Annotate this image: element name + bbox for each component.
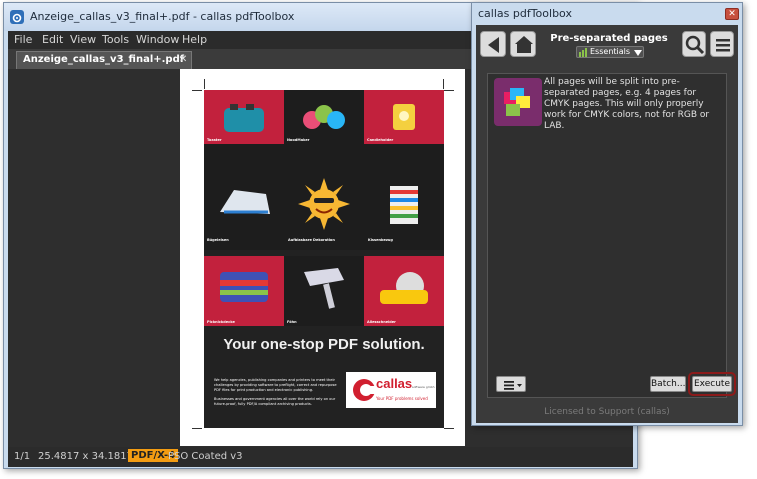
logo-wordmark: callas (376, 376, 413, 391)
tab-close-icon[interactable]: ✕ (179, 54, 187, 65)
menu-edit[interactable]: Edit (42, 33, 63, 46)
tab-label: Anzeige_callas_v3_final+.pdf (23, 54, 185, 65)
home-icon (515, 36, 533, 53)
crop-mark (444, 428, 454, 429)
product-cell: Allesschneider (364, 256, 444, 326)
product-label: Allesschneider (367, 320, 396, 324)
menu-window[interactable]: Window (136, 33, 179, 46)
product-label: Toaster (207, 138, 222, 142)
crop-mark (204, 79, 205, 89)
product-cell: Toaster (204, 90, 284, 144)
product-cell: Candleholder (364, 90, 444, 144)
toolbox-window: callas pdfToolbox ✕ Pre-separated pages … (471, 2, 743, 426)
product-cell: NoodMaker (284, 90, 364, 144)
crop-mark (444, 90, 454, 91)
product-label: Candleholder (367, 138, 394, 142)
product-label: Picknickdecke (207, 320, 235, 324)
product-label: Kissenbezug (368, 238, 393, 242)
page-indicator: 1/1 (14, 451, 31, 462)
callas-logo-icon (353, 379, 378, 401)
crop-mark (443, 79, 444, 89)
ad-body-paragraph: Businesses and government agencies all o… (214, 397, 336, 406)
profile-thumbnail-icon (494, 78, 542, 126)
product-label: Föhn (287, 320, 297, 324)
execute-button[interactable]: Execute (692, 376, 732, 392)
home-button[interactable] (510, 31, 536, 57)
search-icon (685, 35, 705, 55)
category-label: Essentials (590, 47, 631, 56)
status-bar: 1/1 25.4817 x 34.1817 cm PDF/X-4 PSO Coa… (8, 447, 633, 467)
menu-button[interactable] (710, 31, 734, 57)
menu-help[interactable]: Help (182, 33, 207, 46)
profile-title: Pre-separated pages (550, 33, 668, 44)
chevron-down-icon (634, 50, 642, 56)
license-text: Licensed to Support (callas) (544, 407, 670, 417)
profile-panel: All pages will be split into pre-separat… (487, 73, 736, 398)
profile-description: All pages will be split into pre-separat… (544, 77, 710, 131)
back-button[interactable] (480, 31, 506, 57)
output-profile: PSO Coated v3 (168, 451, 243, 462)
chart-icon (579, 48, 587, 57)
window-title: Anzeige_callas_v3_final+.pdf - callas pd… (30, 10, 295, 23)
product-label: Aufblasbare Dekoration (288, 238, 335, 242)
product-label: Bügeleisen (207, 238, 229, 242)
callas-logo: callas software gmbh Your PDF problems s… (346, 372, 436, 408)
logo-subtitle: software gmbh (412, 385, 435, 389)
category-dropdown[interactable]: Essentials (576, 46, 644, 58)
logo-tagline: Your PDF problems solved (376, 396, 428, 401)
hamburger-menu-icon (716, 39, 730, 52)
app-icon (10, 10, 24, 24)
product-cell: Föhn (284, 256, 364, 326)
ad-slogan: Your one-stop PDF solution. (223, 336, 425, 353)
toolbox-title: callas pdfToolbox (478, 7, 572, 20)
ad-body-text: We help agencies, publishing companies a… (214, 378, 344, 407)
batch-button[interactable]: Batch... (650, 376, 686, 392)
menu-file[interactable]: File (14, 33, 32, 46)
list-menu-icon (504, 381, 522, 390)
ad-body-paragraph: We help agencies, publishing companies a… (214, 378, 337, 392)
crop-mark (192, 90, 202, 91)
list-menu-button[interactable] (496, 376, 526, 392)
product-row: Bügeleisen Aufblasbare Dekoration Kissen… (204, 178, 444, 250)
search-button[interactable] (682, 31, 706, 57)
product-cell: Picknickdecke (204, 256, 284, 326)
menu-view[interactable]: View (70, 33, 96, 46)
pdf-page: Toaster NoodMaker Candleholder Bügeleise… (180, 69, 465, 446)
close-button[interactable]: ✕ (725, 8, 739, 20)
back-arrow-icon (488, 37, 499, 53)
product-label: NoodMaker (287, 138, 310, 142)
tab-document[interactable]: Anzeige_callas_v3_final+.pdf ✕ (16, 51, 192, 69)
ad-poster: Toaster NoodMaker Candleholder Bügeleise… (204, 90, 444, 428)
menu-tools[interactable]: Tools (102, 33, 129, 46)
crop-mark (192, 428, 202, 429)
toolbox-body: Pre-separated pages Essentials All pages… (476, 25, 738, 423)
